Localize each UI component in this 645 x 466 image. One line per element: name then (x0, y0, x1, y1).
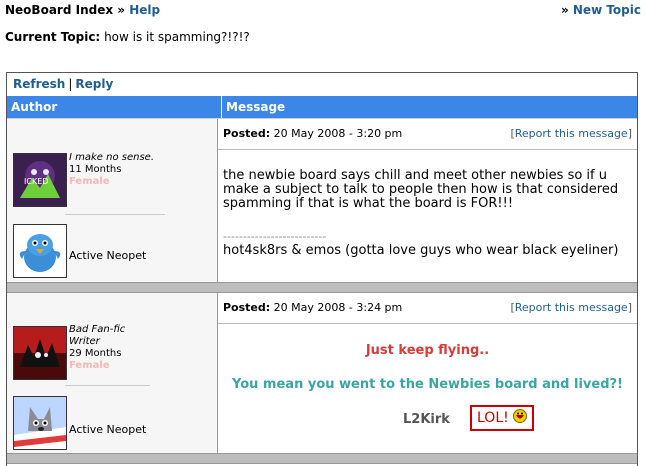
message-board: Refresh | Reply Author Message ICKED I mak… (6, 72, 638, 466)
help-link[interactable]: Help (129, 3, 160, 17)
neopet-avatar[interactable] (13, 224, 67, 278)
signature-divider: -------------------------- (223, 230, 327, 243)
user-gender: Female (69, 360, 110, 371)
signature-line-2: You mean you went to the Newbies board a… (232, 377, 623, 392)
new-topic-arrow: » (560, 3, 569, 17)
user-title: Bad Fan-fic Writer (69, 324, 126, 347)
author-header: Author (7, 96, 222, 118)
author-cell: ICKED I make no sense. 11 Months Female (7, 119, 218, 282)
signature-name: L2Kirk (403, 412, 450, 427)
actions-separator: | (68, 77, 73, 91)
report-message-link[interactable]: Report this message (515, 127, 628, 140)
post-separator (7, 453, 637, 464)
current-topic: Current Topic: how is it spamming?!?!? (5, 30, 250, 44)
smiley-icon (513, 409, 528, 427)
posted-date: 20 May 2008 - 3:24 pm (273, 301, 403, 314)
message-cell: Posted: 20 May 2008 - 3:20 pm [Report th… (218, 119, 637, 282)
user-months: 11 Months (69, 164, 122, 175)
message-cell: Posted: 20 May 2008 - 3:24 pm [Report th… (218, 293, 637, 453)
neoboard-index-label: NeoBoard Index (5, 3, 114, 17)
report-message-link[interactable]: Report this message (515, 301, 628, 314)
pet-label: Active Neopet (69, 423, 147, 436)
post-header: Posted: 20 May 2008 - 3:20 pm [Report th… (218, 119, 637, 150)
signature-line-1: Just keep flying.. (365, 343, 490, 358)
breadcrumb-arrow: » (117, 3, 126, 17)
posted-date: 20 May 2008 - 3:20 pm (273, 127, 403, 140)
refresh-link[interactable]: Refresh (13, 77, 65, 91)
breadcrumb: NeoBoard Index » Help (5, 3, 160, 17)
message-header: Message (226, 100, 286, 114)
posted-label: Posted: (223, 301, 271, 314)
lol-text: LOL! (477, 410, 509, 426)
user-avatar[interactable] (13, 326, 67, 380)
user-gender: Female (69, 176, 110, 187)
actions-bar: Refresh | Reply (7, 73, 637, 96)
new-topic-area: » New Topic (561, 3, 641, 17)
table-header: Author Message (7, 96, 637, 118)
current-topic-value: how is it spamming?!?!? (104, 30, 250, 44)
user-title: I make no sense. (69, 152, 154, 163)
post-header: Posted: 20 May 2008 - 3:24 pm [Report th… (218, 293, 637, 324)
author-divider (65, 214, 165, 215)
signature-text: hot4sk8rs & emos (gotta love guys who we… (223, 243, 619, 258)
post-row: Bad Fan-fic Writer 29 Months Female Acti… (7, 293, 637, 453)
author-divider (65, 385, 150, 386)
lol-badge: LOL! (470, 405, 535, 431)
post-row: ICKED I make no sense. 11 Months Female (7, 118, 637, 282)
neopet-avatar[interactable] (13, 396, 67, 450)
svg-text:ICKED: ICKED (24, 177, 48, 186)
posted-label: Posted: (223, 127, 271, 140)
report-area: [Report this message] (510, 127, 632, 140)
report-area: [Report this message] (510, 301, 632, 314)
user-avatar[interactable]: ICKED (13, 153, 67, 207)
author-cell: Bad Fan-fic Writer 29 Months Female Acti… (7, 293, 218, 453)
pet-label: Active Neopet (69, 249, 147, 262)
new-topic-link[interactable]: New Topic (573, 3, 641, 17)
reply-link[interactable]: Reply (75, 77, 113, 91)
top-navigation: NeoBoard Index » Help » New Topic (5, 3, 641, 19)
user-months: 29 Months (69, 348, 122, 359)
current-topic-label: Current Topic: (5, 30, 101, 44)
post-separator (7, 282, 637, 293)
post-body: the newbie board says chill and meet oth… (223, 168, 619, 211)
